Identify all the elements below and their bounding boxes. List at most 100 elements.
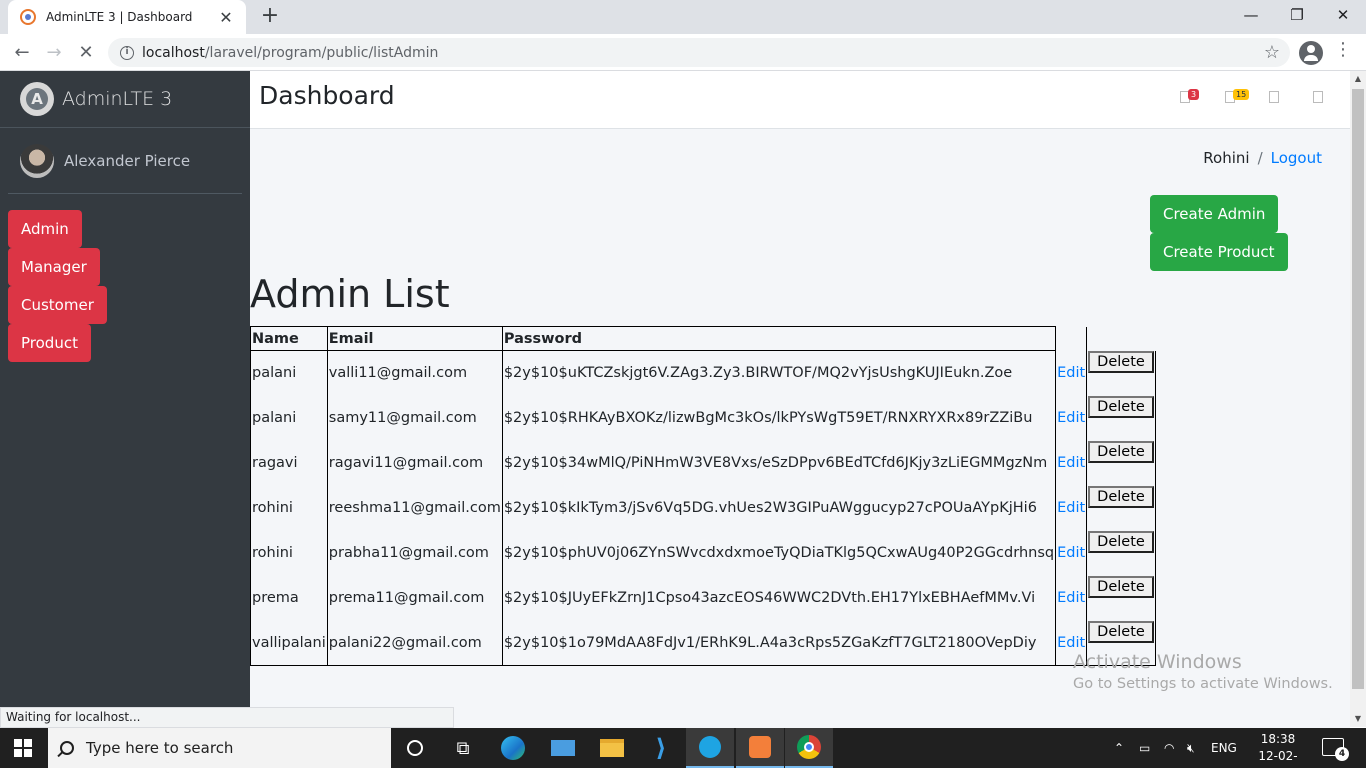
notifications-icon[interactable]: 15: [1225, 89, 1250, 105]
cell-email: prabha11@gmail.com: [326, 530, 503, 576]
delete-cell: Delete: [1086, 440, 1156, 486]
browser-menu-icon[interactable]: ⋮: [1334, 39, 1352, 60]
sidebar-item-product[interactable]: Product: [8, 324, 91, 362]
scroll-down-icon[interactable]: ▼: [1350, 711, 1366, 727]
column-header-email: Email: [326, 326, 503, 351]
edit-link[interactable]: Edit: [1055, 485, 1088, 531]
sidebar-nav: Admin Manager Customer Product: [0, 194, 250, 362]
profile-icon[interactable]: [1299, 41, 1323, 65]
browser-status-bar: Waiting for localhost...: [0, 707, 454, 728]
browser-tab[interactable]: AdminLTE 3 | Dashboard ✕: [8, 0, 246, 34]
edit-link[interactable]: Edit: [1055, 440, 1088, 486]
stop-loading-button[interactable]: ✕: [72, 39, 100, 67]
edge-icon[interactable]: [489, 728, 537, 768]
chrome-icon[interactable]: [785, 728, 833, 768]
back-button[interactable]: ←: [8, 39, 36, 67]
page-scrollbar[interactable]: ▲ ▼: [1350, 71, 1366, 727]
cell-name: rohini: [250, 485, 328, 531]
user-name[interactable]: Alexander Pierce: [64, 152, 190, 170]
address-bar[interactable]: i localhost/laravel/program/public/listA…: [108, 38, 1290, 67]
cell-password: $2y$10$kIkTym3/jSv6Vq5DG.vhUes2W3GIPuAWg…: [501, 485, 1057, 531]
site-info-icon[interactable]: i: [120, 45, 134, 60]
delete-button[interactable]: Delete: [1088, 395, 1154, 418]
breadcrumb-user: Rohini: [1203, 149, 1250, 167]
edit-link[interactable]: Edit: [1055, 530, 1088, 576]
main-header: Dashboard 3 15: [250, 71, 1350, 129]
delete-cell: Delete: [1086, 395, 1156, 441]
cell-password: $2y$10$phUV0j06ZYnSWvcdxdxmoeTyQDiaTKlg5…: [501, 530, 1057, 576]
cell-email: palani22@gmail.com: [326, 620, 503, 666]
logout-link[interactable]: Logout: [1271, 149, 1322, 167]
delete-cell: Delete: [1086, 530, 1156, 576]
vscode-icon[interactable]: ⟩: [637, 728, 685, 768]
edit-link[interactable]: Edit: [1055, 395, 1088, 441]
fullscreen-icon[interactable]: [1269, 89, 1291, 105]
delete-button[interactable]: Delete: [1088, 350, 1154, 373]
delete-button[interactable]: Delete: [1088, 440, 1154, 463]
sidebar-item-manager[interactable]: Manager: [8, 248, 100, 286]
control-sidebar-icon[interactable]: [1313, 89, 1335, 105]
show-hidden-icons[interactable]: ⌃: [1114, 728, 1124, 768]
table-row: ragavi ragavi11@gmail.com $2y$10$34wMlQ/…: [250, 440, 1156, 486]
xampp-icon[interactable]: [736, 728, 784, 768]
taskbar-search[interactable]: Type here to search: [48, 728, 391, 768]
delete-cell: Delete: [1086, 350, 1156, 396]
window-minimize-button[interactable]: —: [1228, 0, 1274, 30]
comments-icon[interactable]: 3: [1180, 89, 1202, 105]
delete-button[interactable]: Delete: [1088, 575, 1154, 598]
edit-link[interactable]: Edit: [1055, 350, 1088, 396]
scroll-up-icon[interactable]: ▲: [1350, 71, 1366, 87]
table-row: palani valli11@gmail.com $2y$10$uKTCZskj…: [250, 350, 1156, 396]
sidebar-item-customer[interactable]: Customer: [8, 286, 107, 324]
comments-badge: 3: [1188, 89, 1200, 100]
cell-email: valli11@gmail.com: [326, 350, 503, 396]
battery-icon[interactable]: ▭: [1139, 728, 1150, 768]
cell-password: $2y$10$JUyEFkZrnJ1Cpso43azcEOS46WWC2DVth…: [501, 575, 1057, 621]
delete-button[interactable]: Delete: [1088, 620, 1154, 643]
bookmark-star-icon[interactable]: ☆: [1264, 42, 1280, 63]
tab-close-icon[interactable]: ✕: [216, 8, 236, 27]
table-row: prema prema11@gmail.com $2y$10$JUyEFkZrn…: [250, 575, 1156, 621]
language-indicator[interactable]: ENG: [1211, 728, 1237, 768]
cell-name: palani: [250, 395, 328, 441]
windows-start-icon[interactable]: [14, 739, 32, 757]
delete-button[interactable]: Delete: [1088, 530, 1154, 553]
admin-table: Name Email Password palani valli11@gmail…: [250, 326, 1156, 666]
forward-button[interactable]: →: [40, 39, 68, 67]
new-tab-button[interactable]: +: [256, 4, 284, 30]
site-favicon-icon: [20, 9, 36, 25]
cell-name: palani: [250, 350, 328, 396]
scroll-thumb[interactable]: [1352, 89, 1364, 689]
cell-password: $2y$10$1o79MdAA8FdJv1/ERhK9L.A4a3cRps5ZG…: [501, 620, 1057, 666]
file-explorer-icon[interactable]: [588, 728, 636, 768]
skype-icon[interactable]: [686, 728, 734, 768]
cell-name: ragavi: [250, 440, 328, 486]
sidebar-item-admin[interactable]: Admin: [8, 210, 82, 248]
cell-email: reeshma11@gmail.com: [326, 485, 503, 531]
cortana-icon[interactable]: [391, 728, 439, 768]
edit-link[interactable]: Edit: [1055, 575, 1088, 621]
volume-icon[interactable]: 🔇︎: [1187, 728, 1195, 768]
delete-button[interactable]: Delete: [1088, 485, 1154, 508]
wifi-icon[interactable]: ◠: [1164, 728, 1174, 768]
cell-name: rohini: [250, 530, 328, 576]
delete-cell: Delete: [1086, 575, 1156, 621]
content-bottom-strip: [454, 707, 1350, 728]
window-restore-button[interactable]: ❐: [1274, 0, 1320, 30]
notifications-badge: 15: [1233, 89, 1250, 100]
brand-text: AdminLTE 3: [62, 88, 173, 110]
search-icon: [60, 741, 74, 755]
window-close-button[interactable]: ✕: [1320, 0, 1366, 30]
taskbar-clock[interactable]: 18:38 12-02-2021: [1250, 731, 1306, 782]
create-admin-button[interactable]: Create Admin: [1150, 195, 1279, 233]
action-center-icon[interactable]: 4: [1322, 738, 1349, 761]
mail-icon[interactable]: [539, 728, 587, 768]
user-panel: Alexander Pierce: [8, 128, 242, 194]
column-header-delete: [1086, 326, 1156, 351]
sidebar: A AdminLTE 3 Alexander Pierce Admin Mana…: [0, 71, 250, 707]
task-view-icon[interactable]: ⧉: [439, 728, 487, 768]
browser-tab-bar: AdminLTE 3 | Dashboard ✕ + — ❐ ✕: [0, 0, 1366, 34]
create-product-button[interactable]: Create Product: [1150, 233, 1288, 271]
brand-link[interactable]: A AdminLTE 3: [0, 71, 250, 128]
admin-list-title: Admin List: [250, 272, 450, 316]
